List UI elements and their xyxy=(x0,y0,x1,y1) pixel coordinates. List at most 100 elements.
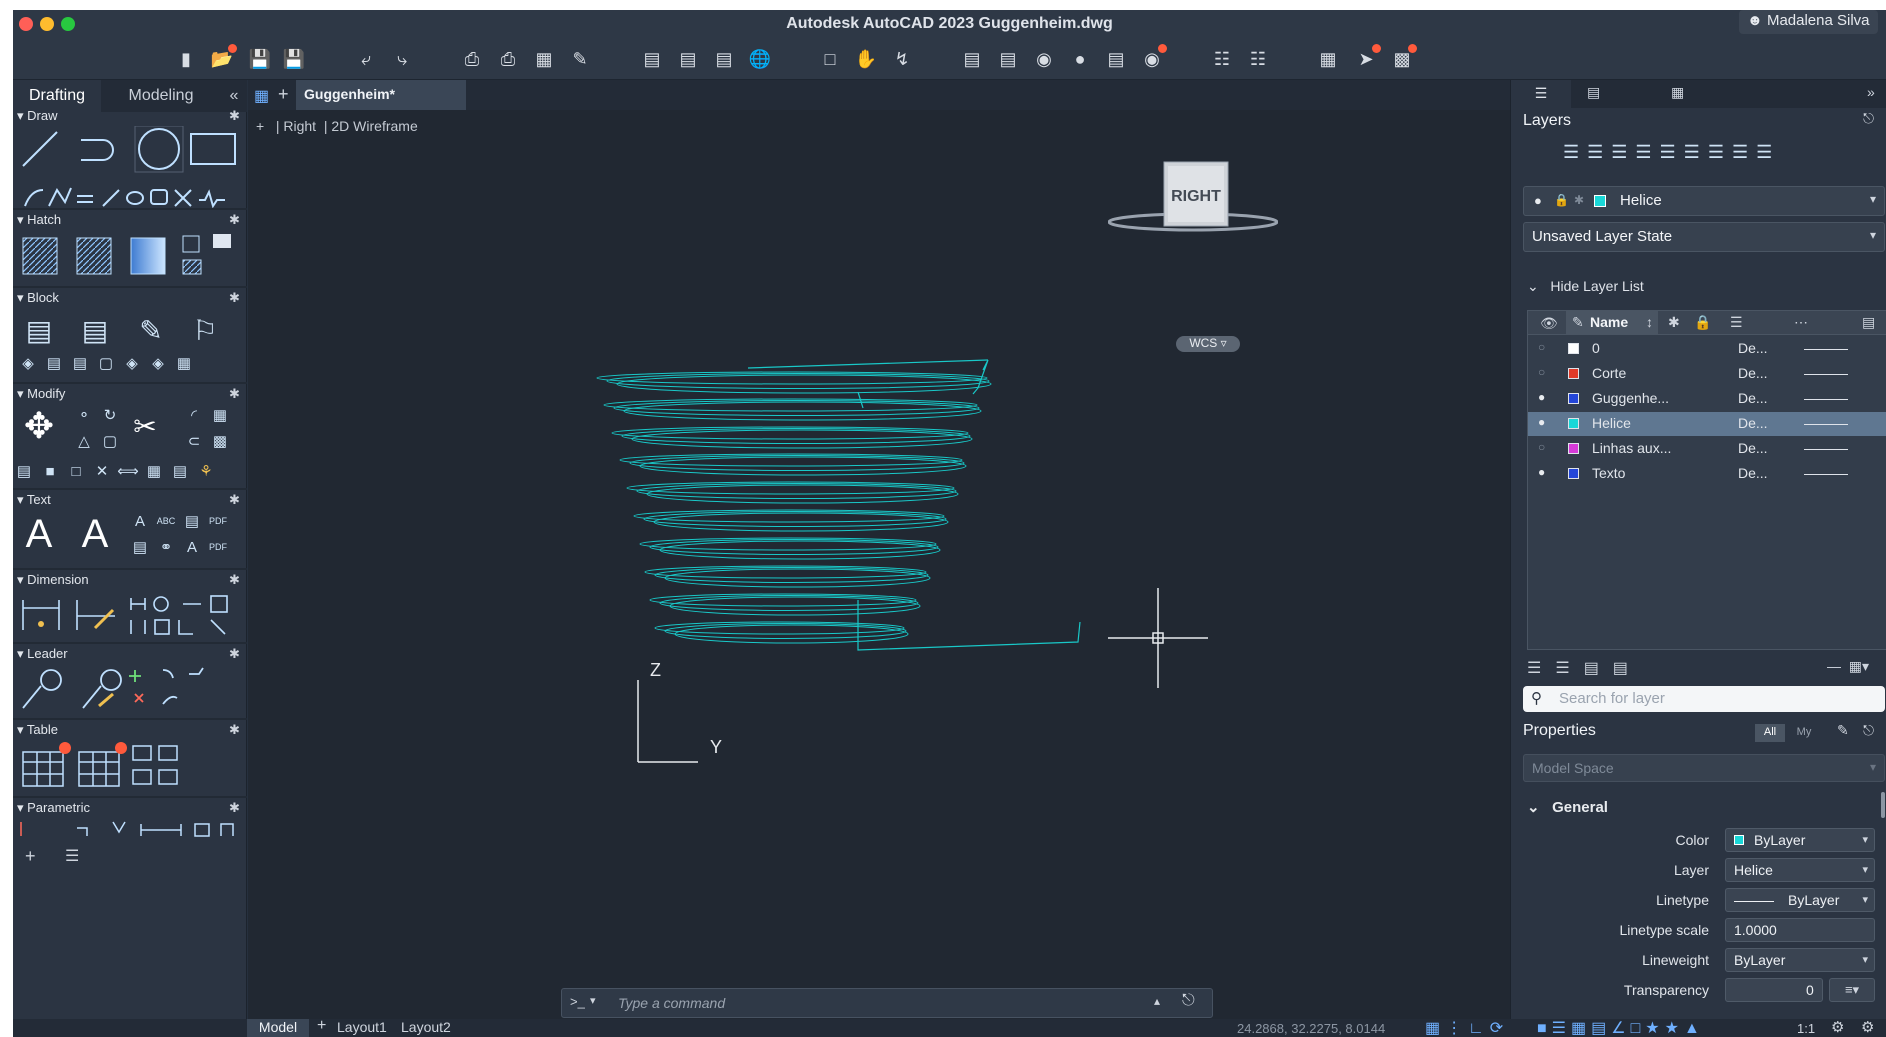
block-library-icon[interactable]: ▦ xyxy=(173,352,195,374)
blocks-tab-icon[interactable]: ▤ xyxy=(1587,84,1600,101)
find-text-icon[interactable]: ⚭ xyxy=(155,536,177,558)
status-mode-icons[interactable]: ■☰▦▤∠□★★▲ xyxy=(1537,1018,1807,1037)
table-tab-icon[interactable]: ▦ xyxy=(1671,84,1684,101)
render-icon[interactable]: ☷ xyxy=(1209,46,1235,72)
gear-icon[interactable]: ✱ xyxy=(229,572,240,588)
panel-modify-title[interactable]: ▾ Modify xyxy=(17,386,65,402)
gear-icon[interactable]: ✱ xyxy=(229,722,240,738)
trim-icon[interactable]: ✂ xyxy=(123,404,167,448)
selection-context-dropdown[interactable]: Model Space ▾ xyxy=(1523,754,1885,782)
property-value[interactable]: ByLayer ▾ xyxy=(1725,828,1875,852)
copy-icon[interactable]: ⚬ xyxy=(73,404,95,426)
mirror-icon[interactable]: △ xyxy=(73,430,95,452)
modify-tool-icon[interactable]: ✕ xyxy=(91,460,113,482)
property-value[interactable]: 1.0000 xyxy=(1725,918,1875,942)
panel-leader-title[interactable]: ▾ Leader xyxy=(17,646,68,662)
panel-dimension-title[interactable]: ▾ Dimension xyxy=(17,572,89,588)
attach-icon[interactable]: ▤ xyxy=(711,46,737,72)
layer-walk-icon[interactable]: ◉ xyxy=(1031,46,1057,72)
move-icon[interactable]: ✥ xyxy=(17,404,61,448)
layer-row[interactable]: ● Texto De... xyxy=(1528,462,1886,486)
pdf-text-icon[interactable]: PDF xyxy=(207,510,229,532)
create-block-icon[interactable]: ▤ xyxy=(73,308,117,352)
gear-icon[interactable]: ✱ xyxy=(229,800,240,816)
general-group-header[interactable]: ⌄ General xyxy=(1527,798,1608,816)
filter-my-button[interactable]: My xyxy=(1789,724,1819,742)
layers-tab-icon[interactable]: ☰ xyxy=(1511,80,1571,108)
block-attr-icon[interactable]: ▤ xyxy=(43,352,65,374)
new-file-icon[interactable]: ▮ xyxy=(173,46,199,72)
property-value[interactable]: ByLayer ▾ xyxy=(1725,948,1875,972)
pan-icon[interactable]: ✋ xyxy=(853,46,879,72)
gear-icon[interactable]: ✱ xyxy=(229,386,240,402)
properties-scrollbar[interactable] xyxy=(1881,792,1885,818)
attribute-icon[interactable]: ⚐ xyxy=(183,308,227,352)
annotation-scale[interactable]: 1:1 xyxy=(1797,1021,1815,1036)
connect-icon[interactable]: ● xyxy=(1067,46,1093,72)
orbit-icon[interactable]: ↯ xyxy=(889,46,915,72)
layer-row[interactable]: ○ Corte De... xyxy=(1528,362,1886,386)
user-account-button[interactable]: ☻ Madalena Silva xyxy=(1739,10,1878,34)
workspace-icon[interactable]: ⚙ xyxy=(1831,1018,1844,1036)
filter-all-button[interactable]: All xyxy=(1755,724,1785,742)
edit-block-icon[interactable]: ✎ xyxy=(129,308,173,352)
share-icon[interactable]: ✎ xyxy=(567,46,593,72)
layer-search-field[interactable]: ⚲ Search for layer xyxy=(1523,686,1885,712)
panel-table-title[interactable]: ▾ Table xyxy=(17,722,58,738)
layer-visibility-icon[interactable]: ● xyxy=(1538,465,1545,479)
gear-icon[interactable]: ✱ xyxy=(229,290,240,306)
layer-color-swatch[interactable] xyxy=(1568,418,1579,429)
modify-tool-icon[interactable]: ⚘ xyxy=(195,460,217,482)
scale-icon[interactable]: ▩ xyxy=(209,430,231,452)
current-layer-dropdown[interactable]: ● 🔒 ✱ Helice ▾ xyxy=(1523,186,1885,216)
expand-palette-icon[interactable]: » xyxy=(1867,84,1875,100)
gear-icon[interactable]: ✱ xyxy=(229,646,240,662)
layer-color-swatch[interactable] xyxy=(1568,368,1579,379)
linetype-column-icon[interactable]: ⋯ xyxy=(1794,314,1808,331)
block-table-icon[interactable]: ▢ xyxy=(95,352,117,374)
panel-draw-title[interactable]: ▾ Draw xyxy=(17,108,57,124)
plot-column-icon[interactable]: ▤ xyxy=(1862,314,1875,331)
panel-hatch-title[interactable]: ▾ Hatch xyxy=(17,212,61,228)
block-manage-icon[interactable]: ◈ xyxy=(121,352,143,374)
save-icon[interactable]: 💾 xyxy=(247,46,273,72)
tab-layout1[interactable]: Layout1 xyxy=(337,1019,387,1035)
property-value[interactable]: ByLayer ▾ xyxy=(1725,888,1875,912)
start-tab-icon[interactable]: ▦ xyxy=(254,86,269,106)
modify-tool-icon[interactable]: ▦ xyxy=(143,460,165,482)
pdf-text-icon[interactable]: PDF xyxy=(207,536,229,558)
import-icon[interactable]: ▤ xyxy=(639,46,665,72)
palette-icon[interactable]: ▦ xyxy=(1315,46,1341,72)
gear-icon[interactable]: ✱ xyxy=(229,108,240,124)
modify-tool-icon[interactable]: □ xyxy=(65,460,87,482)
lock-column-icon[interactable]: 🔒 xyxy=(1694,314,1711,331)
rotate-icon[interactable]: ↻ xyxy=(99,404,121,426)
palette-menu-icon[interactable]: ☰ xyxy=(65,846,79,866)
tab-layout2[interactable]: Layout2 xyxy=(401,1019,451,1035)
match-icon[interactable]: ▤ xyxy=(995,46,1021,72)
layer-row[interactable]: ○ Linhas aux... De... xyxy=(1528,437,1886,461)
send-icon[interactable]: ➤ xyxy=(1353,44,1381,72)
layer-row[interactable]: ○ 0 De... xyxy=(1528,337,1886,361)
tab-modeling[interactable]: Modeling xyxy=(101,80,221,112)
text-style-icon[interactable]: A xyxy=(73,512,117,556)
layer-view-menu-icon[interactable]: — ▦▾ xyxy=(1827,658,1869,675)
name-column-header[interactable]: ✎ Name ↕ xyxy=(1566,311,1658,335)
measure-icon[interactable]: ▤ xyxy=(959,46,985,72)
panel-text-title[interactable]: ▾ Text xyxy=(17,492,51,508)
save-as-icon[interactable]: 💾 xyxy=(281,46,307,72)
web-icon[interactable]: 🌐 xyxy=(747,46,773,72)
clipboard-icon[interactable]: ▤ xyxy=(1103,46,1129,72)
camera-icon[interactable]: ☷ xyxy=(1245,46,1271,72)
command-input[interactable]: Type a command xyxy=(618,995,725,1011)
layer-visibility-icon[interactable]: ○ xyxy=(1538,340,1545,354)
property-value[interactable]: Helice ▾ xyxy=(1725,858,1875,882)
gear-icon[interactable]: ✱ xyxy=(229,492,240,508)
zoom-window-icon[interactable]: □ xyxy=(817,46,843,72)
layer-color-swatch[interactable] xyxy=(1568,468,1579,479)
array-icon[interactable]: ▦ xyxy=(209,404,231,426)
layer-color-swatch[interactable] xyxy=(1568,393,1579,404)
plot-icon[interactable]: ⎙ xyxy=(459,46,485,72)
define-attribute-icon[interactable]: ◈ xyxy=(17,352,39,374)
drawing-viewport[interactable]: + | Right | 2D Wireframe RIGHT WCS ▿ Z Y xyxy=(248,110,1510,1019)
